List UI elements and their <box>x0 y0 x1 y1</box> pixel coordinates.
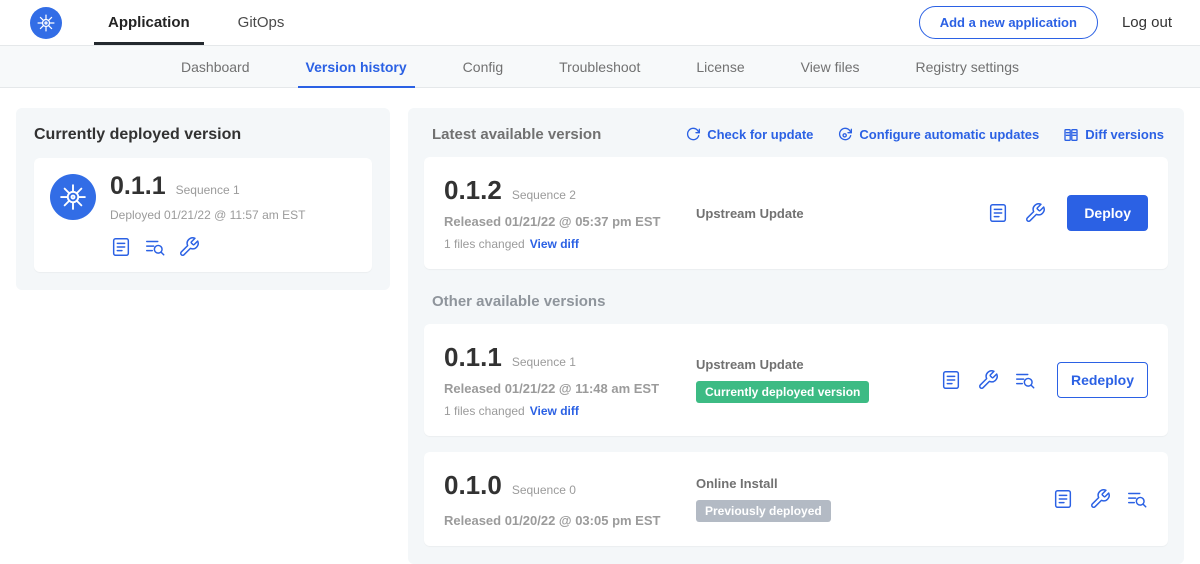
preflight-checks-icon[interactable] <box>1126 488 1148 510</box>
edit-config-icon[interactable] <box>1089 488 1111 510</box>
subnav-dashboard[interactable]: Dashboard <box>153 46 278 87</box>
subnav-dashboard-label: Dashboard <box>181 59 250 75</box>
check-for-update-label: Check for update <box>707 127 813 142</box>
kubernetes-logo-icon <box>30 7 62 39</box>
version-row-0-1-0: 0.1.0 Sequence 0 Released 01/20/22 @ 03:… <box>424 452 1168 546</box>
available-versions-panel: Latest available version Check for updat… <box>408 108 1184 564</box>
subnav-config[interactable]: Config <box>435 46 531 87</box>
deployed-timestamp: Deployed 01/21/22 @ 11:57 am EST <box>110 208 305 222</box>
version-sequence: Sequence 0 <box>512 483 576 497</box>
deploy-button[interactable]: Deploy <box>1067 195 1148 231</box>
version-released: Released 01/20/22 @ 03:05 pm EST <box>444 513 696 528</box>
add-application-button[interactable]: Add a new application <box>919 6 1098 39</box>
logout-link[interactable]: Log out <box>1122 14 1172 31</box>
version-sequence: Sequence 1 <box>512 355 576 369</box>
version-info: 0.1.0 Sequence 0 Released 01/20/22 @ 03:… <box>444 470 696 528</box>
version-released: Released 01/21/22 @ 11:48 am EST <box>444 381 696 396</box>
subnav-troubleshoot-label: Troubleshoot <box>559 59 640 75</box>
other-available-versions-title: Other available versions <box>432 293 1160 310</box>
version-row-actions: Deploy <box>987 195 1148 231</box>
subnav-view-files-label: View files <box>801 59 860 75</box>
subnav-registry-settings[interactable]: Registry settings <box>888 46 1047 87</box>
main-content: Currently deployed version 0.1.1 Sequenc… <box>0 88 1200 564</box>
subnav-troubleshoot[interactable]: Troubleshoot <box>531 46 668 87</box>
version-info: 0.1.1 Sequence 1 Released 01/21/22 @ 11:… <box>444 342 696 418</box>
deployed-version-sequence: Sequence 1 <box>176 183 240 197</box>
subnav-view-files[interactable]: View files <box>773 46 888 87</box>
edit-config-icon[interactable] <box>977 369 999 391</box>
view-diff-link[interactable]: View diff <box>530 404 579 418</box>
version-source: Upstream Update Currently deployed versi… <box>696 357 940 403</box>
release-notes-icon[interactable] <box>987 202 1009 224</box>
edit-config-icon[interactable] <box>1024 202 1046 224</box>
version-info: 0.1.2 Sequence 2 Released 01/21/22 @ 05:… <box>444 175 696 251</box>
redeploy-button[interactable]: Redeploy <box>1057 362 1148 398</box>
version-actions: Check for update Configure automatic upd… <box>685 127 1164 143</box>
refresh-icon <box>685 127 701 143</box>
currently-deployed-title: Currently deployed version <box>34 126 372 144</box>
previously-deployed-badge: Previously deployed <box>696 500 831 522</box>
deployed-version-number: 0.1.1 <box>110 172 166 201</box>
release-notes-icon[interactable] <box>110 236 132 258</box>
release-notes-icon[interactable] <box>1052 488 1074 510</box>
configure-automatic-updates-label: Configure automatic updates <box>859 127 1039 142</box>
subnav-version-history[interactable]: Version history <box>278 46 435 87</box>
currently-deployed-panel: Currently deployed version 0.1.1 Sequenc… <box>16 108 390 290</box>
version-row-0-1-2: 0.1.2 Sequence 2 Released 01/21/22 @ 05:… <box>424 157 1168 269</box>
version-source: Online Install Previously deployed <box>696 476 1052 522</box>
subnav-version-history-label: Version history <box>306 59 407 75</box>
files-changed-label: 1 files changed <box>444 237 525 251</box>
source-label: Online Install <box>696 476 1042 491</box>
subnav-config-label: Config <box>463 59 503 75</box>
version-row-actions: Redeploy <box>940 362 1148 398</box>
auto-update-icon <box>837 127 853 143</box>
subnav-license[interactable]: License <box>668 46 772 87</box>
deployed-version-card: 0.1.1 Sequence 1 Deployed 01/21/22 @ 11:… <box>34 158 372 272</box>
diff-versions-link[interactable]: Diff versions <box>1063 127 1164 143</box>
subnav-registry-settings-label: Registry settings <box>916 59 1019 75</box>
subnav-license-label: License <box>696 59 744 75</box>
tab-application-label: Application <box>108 14 190 31</box>
version-row-0-1-1: 0.1.1 Sequence 1 Released 01/21/22 @ 11:… <box>424 324 1168 436</box>
view-diff-link[interactable]: View diff <box>530 237 579 251</box>
tab-application[interactable]: Application <box>84 0 214 45</box>
version-released: Released 01/21/22 @ 05:37 pm EST <box>444 214 696 229</box>
edit-config-icon[interactable] <box>178 236 200 258</box>
version-number: 0.1.0 <box>444 470 502 501</box>
release-notes-icon[interactable] <box>940 369 962 391</box>
tab-gitops-label: GitOps <box>238 14 285 31</box>
available-versions-header: Latest available version Check for updat… <box>432 126 1164 143</box>
check-for-update-link[interactable]: Check for update <box>685 127 813 143</box>
app-subnav: Dashboard Version history Config Trouble… <box>0 46 1200 88</box>
diff-versions-label: Diff versions <box>1085 127 1164 142</box>
files-changed-label: 1 files changed <box>444 404 525 418</box>
source-label: Upstream Update <box>696 206 977 221</box>
version-source: Upstream Update <box>696 206 987 221</box>
top-tabs: Application GitOps <box>84 0 308 45</box>
version-number: 0.1.1 <box>444 342 502 373</box>
currently-deployed-badge: Currently deployed version <box>696 381 869 403</box>
app-kubernetes-icon <box>50 174 96 220</box>
version-sequence: Sequence 2 <box>512 188 576 202</box>
latest-available-title: Latest available version <box>432 126 601 143</box>
configure-automatic-updates-link[interactable]: Configure automatic updates <box>837 127 1039 143</box>
version-row-actions <box>1052 488 1148 510</box>
version-number: 0.1.2 <box>444 175 502 206</box>
preflight-checks-icon[interactable] <box>144 236 166 258</box>
source-label: Upstream Update <box>696 357 930 372</box>
preflight-checks-icon[interactable] <box>1014 369 1036 391</box>
diff-icon <box>1063 127 1079 143</box>
topbar-right: Add a new application Log out <box>919 6 1172 39</box>
topbar: Application GitOps Add a new application… <box>0 0 1200 46</box>
tab-gitops[interactable]: GitOps <box>214 0 309 45</box>
